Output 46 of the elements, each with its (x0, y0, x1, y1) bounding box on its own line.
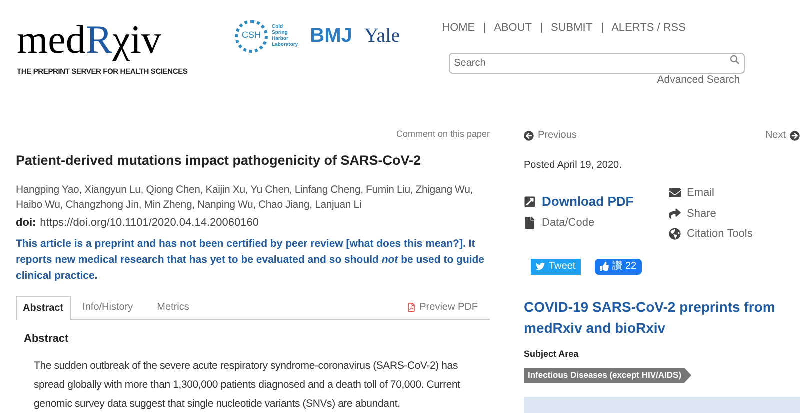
subject-area-label: Subject Area (524, 348, 580, 361)
posted-date: Posted April 19, 2020. (524, 159, 623, 173)
nav-link[interactable]: ABOUT (494, 20, 532, 36)
sidebar-link[interactable]: Share (687, 206, 716, 222)
tab[interactable]: Abstract (16, 296, 71, 320)
bird-icon (536, 262, 545, 271)
abstract-heading: Abstract (24, 332, 70, 348)
left-arrow-icon (524, 130, 534, 140)
search-icon[interactable] (730, 54, 740, 64)
nav-link[interactable]: SUBMIT (551, 20, 593, 36)
tab[interactable]: Info/History (70, 295, 146, 320)
advanced-search-link[interactable]: Advanced Search (657, 72, 740, 88)
like-button[interactable]: 讚 22 (594, 258, 642, 274)
collection-heading[interactable]: COVID-19 SARS-CoV-2 preprints from medRxiv and bioRxiv (524, 296, 784, 338)
abstract-text: The sudden outbreak of the severe acute respiratory syndrome-coronavirus (SARS-CoV-2) has spread globally with more than 1,300,000 patients diagnosed and a death toll of 70,000. Current genomic survey data suggest that single nucleotide variants (SNVs) are abundant. (34, 358, 462, 412)
external-link-icon (524, 196, 536, 208)
search-field[interactable]: Search (449, 52, 746, 74)
nav-link[interactable]: HOME (442, 20, 476, 36)
doi-link[interactable]: https://doi.org/10.1101/2020.04.14.20060160 (40, 214, 259, 232)
yale-logo: Yale (364, 24, 400, 49)
what-does-this-mean-link[interactable]: [what does this mean?] (346, 238, 463, 250)
previous-link[interactable]: Previous (524, 128, 577, 143)
subject-tag[interactable]: Infectious Diseases (except HIV/AIDS) (524, 368, 692, 383)
thumbs-up-icon (600, 262, 609, 271)
sidebar-link[interactable]: Email (687, 185, 715, 202)
right-arrow-icon (790, 130, 800, 140)
comment-link[interactable]: Comment on this paper (396, 128, 490, 142)
article-title: Patient-derived mutations impact pathogenicity of SARS-CoV-2 (16, 152, 422, 170)
sidebar-link[interactable]: Data/Code (542, 214, 595, 231)
file-icon (524, 216, 536, 229)
sidebar-link[interactable]: Citation Tools (687, 226, 753, 242)
doi-label: doi: (16, 216, 36, 231)
preprint-notice: This article is a preprint and has not been certified by peer review [what does this mean?]. It reports new medical research that has yet to be evaluated and so should not be used to guide clinical practice. (16, 237, 486, 284)
csh-logo: CSH (235, 20, 268, 52)
medrxiv-logo[interactable]: medRχiv (17, 20, 215, 60)
pdf-file-icon (406, 302, 416, 312)
author-list: Hangping Yao, Xiangyun Lu, Qiong Chen, Kaijin Xu, Yu Chen, Linfang Cheng, Fumin Liu, Zhigang Wu, Haibo Wu, Changzhong Jin, Min Zheng, Nanping Wu, Chao Jiang, Lanjuan Li (16, 182, 490, 213)
next-link[interactable]: Next (765, 128, 800, 143)
envelope-icon (669, 187, 681, 200)
tab[interactable]: Metrics (145, 295, 202, 320)
preview-pdf-link[interactable]: Preview PDF (406, 295, 490, 320)
download-pdf-link[interactable]: Download PDF (542, 192, 634, 212)
share-arrow-icon (669, 208, 681, 220)
nav-link[interactable]: ALERTS / RSS (612, 20, 686, 36)
bmj-logo: BMJ (310, 24, 352, 49)
globe-icon (669, 228, 681, 240)
